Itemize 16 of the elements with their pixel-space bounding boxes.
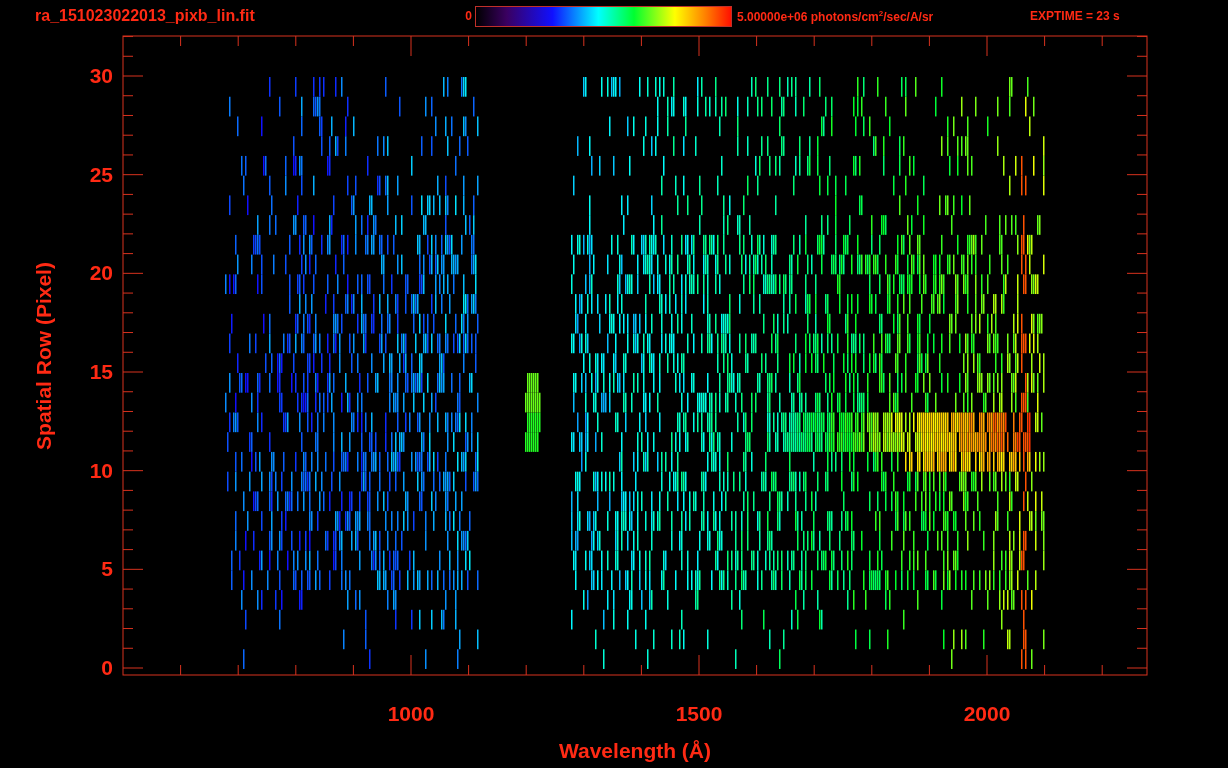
- y-tick-label: 0: [101, 656, 113, 679]
- scale-min-label: 0: [464, 9, 472, 23]
- file-title: ra_151023022013_pixb_lin.fit: [35, 7, 256, 25]
- x-axis-title: Wavelength (Å): [558, 739, 712, 762]
- y-tick-label: 20: [89, 261, 113, 285]
- y-tick-label: 10: [89, 458, 113, 482]
- scale-max-label: 5.00000e+06 photons/cm$^{2}$/sec/A/sr: [737, 8, 935, 24]
- y-tick-label: 5: [101, 557, 113, 581]
- y-tick-label: 25: [89, 162, 113, 186]
- x-tick-label: 2000: [963, 702, 1011, 725]
- y-tick-label: 30: [89, 64, 113, 87]
- y-tick-label: 15: [89, 360, 113, 383]
- y-axis-title: Spatial Row (Pixel): [32, 262, 55, 450]
- x-tick-label: 1000: [387, 702, 435, 725]
- x-tick-label: 1500: [675, 702, 723, 725]
- exposure-time-label: EXPTIME = 23 s: [1030, 9, 1120, 23]
